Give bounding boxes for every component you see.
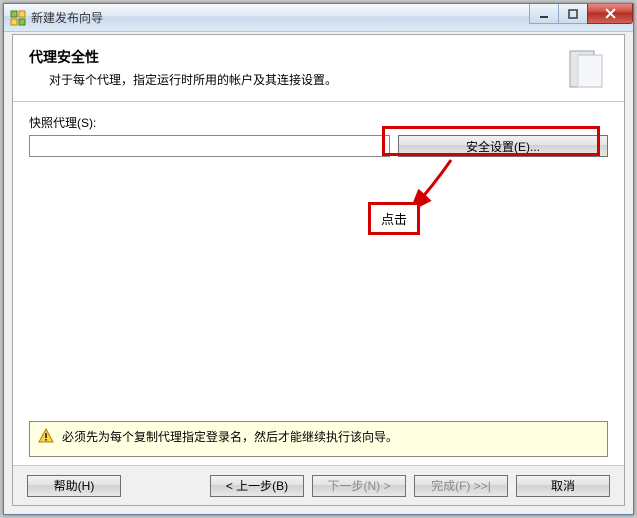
warning-text: 必须先为每个复制代理指定登录名，然后才能继续执行该向导。	[62, 428, 398, 445]
title-bar: 新建发布向导	[4, 4, 633, 32]
header-graphic-icon	[564, 47, 608, 91]
next-button[interactable]: 下一步(N) >	[312, 475, 406, 497]
window-title: 新建发布向导	[31, 9, 103, 26]
help-button[interactable]: 帮助(H)	[27, 475, 121, 497]
close-button[interactable]	[587, 4, 633, 24]
client-area: 代理安全性 对于每个代理，指定运行时所用的帐户及其连接设置。 快照代理(S): …	[12, 34, 625, 506]
finish-button[interactable]: 完成(F) >>|	[414, 475, 508, 497]
snapshot-agent-input[interactable]	[29, 135, 390, 157]
annotation-arrow-icon	[403, 156, 463, 216]
page-description: 对于每个代理，指定运行时所用的帐户及其连接设置。	[29, 71, 556, 88]
page-heading: 代理安全性	[29, 47, 556, 67]
annotation-label-text: 点击	[381, 212, 407, 227]
wizard-footer: 帮助(H) < 上一步(B) 下一步(N) > 完成(F) >>| 取消	[13, 465, 624, 505]
snapshot-agent-label: 快照代理(S):	[29, 114, 608, 131]
window-controls	[530, 4, 633, 24]
annotation-label: 点击	[368, 202, 420, 235]
maximize-button[interactable]	[558, 4, 588, 24]
warning-icon	[38, 428, 54, 444]
back-button[interactable]: < 上一步(B)	[210, 475, 304, 497]
wizard-body: 快照代理(S): 安全设置(E)... 点击	[13, 102, 624, 422]
app-icon	[10, 10, 26, 26]
wizard-dialog: 新建发布向导 代理安全性 对于每个代理，指定运行时所用的帐户及其连接设置。	[3, 3, 634, 515]
wizard-header: 代理安全性 对于每个代理，指定运行时所用的帐户及其连接设置。	[13, 35, 624, 102]
minimize-button[interactable]	[529, 4, 559, 24]
cancel-button[interactable]: 取消	[516, 475, 610, 497]
warning-bar: 必须先为每个复制代理指定登录名，然后才能继续执行该向导。	[29, 421, 608, 457]
security-settings-button[interactable]: 安全设置(E)...	[398, 135, 608, 157]
